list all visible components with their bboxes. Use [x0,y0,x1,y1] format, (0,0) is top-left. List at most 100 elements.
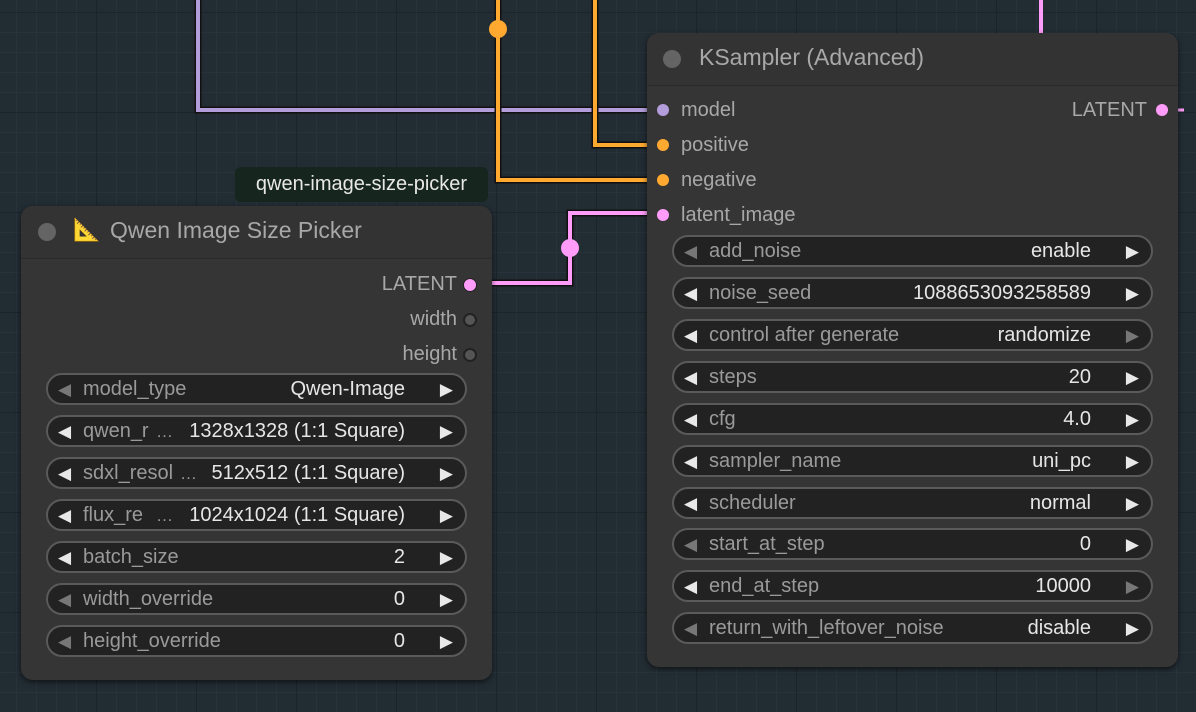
positive-input-dot[interactable] [657,139,669,151]
node-title-bar[interactable]: KSampler (Advanced) [647,33,1178,86]
decrement-arrow-icon[interactable]: ◀ [684,494,697,514]
widget-scheduler[interactable]: ◀ scheduler normal ▶ [672,487,1153,519]
widget-batch-size[interactable]: ◀ batch_size 2 ▶ [46,541,467,573]
height-output-dot[interactable] [463,348,477,362]
increment-arrow-icon[interactable]: ▶ [1126,619,1139,639]
widget-label: add_noise [709,240,802,262]
output-slot-height[interactable]: height [402,341,477,367]
widget-value: 0 [1079,533,1091,555]
decrement-arrow-icon[interactable]: ◀ [58,422,71,442]
node-title-bar[interactable]: 📐 Qwen Image Size Picker [21,206,492,259]
widget-label: qwen_r [83,420,149,442]
output-slot-latent[interactable]: LATENT [1072,97,1168,123]
widget-value: 20 [1068,366,1091,388]
widget-sdxl-resolution[interactable]: ◀ sdxl_resol … 512x512 (1:1 Square) ▶ [46,457,467,489]
width-output-dot[interactable] [463,313,477,327]
widget-flux-resolution[interactable]: ◀ flux_re … 1024x1024 (1:1 Square) ▶ [46,499,467,531]
input-slot-positive[interactable]: positive [657,132,749,158]
widget-value: Qwen-Image [290,378,406,400]
increment-arrow-icon[interactable]: ▶ [440,632,453,652]
widget-start-at-step[interactable]: ◀ start_at_step 0 ▶ [672,528,1153,560]
increment-arrow-icon[interactable]: ▶ [1126,452,1139,472]
latent-image-input-dot[interactable] [657,209,669,221]
widget-value: normal [1029,492,1091,514]
latent-output-dot[interactable] [1156,104,1168,116]
widget-end-at-step[interactable]: ◀ end_at_step 10000 ▶ [672,570,1153,602]
widget-model-type[interactable]: ◀ model_type Qwen-Image ▶ [46,373,467,405]
input-label: model [681,99,736,121]
widget-value: disable [1027,617,1091,639]
input-label: positive [681,134,749,156]
input-slot-model[interactable]: model [657,97,735,123]
output-label: height [402,343,458,365]
widget-steps[interactable]: ◀ steps 20 ▶ [672,361,1153,393]
decrement-arrow-icon[interactable]: ◀ [684,284,697,304]
decrement-arrow-icon[interactable]: ◀ [684,619,697,639]
widget-label: control after generate [709,324,900,346]
widget-value: randomize [997,324,1091,346]
increment-arrow-icon[interactable]: ▶ [1126,326,1139,346]
increment-arrow-icon[interactable]: ▶ [440,464,453,484]
widget-noise-seed[interactable]: ◀ noise_seed 1088653093258589 ▶ [672,277,1153,309]
ruler-emoji-icon: 📐 [73,217,101,242]
widget-value: 1088653093258589 [913,282,1091,304]
collapse-toggle[interactable] [663,50,681,68]
collapse-toggle[interactable] [38,223,56,241]
increment-arrow-icon[interactable]: ▶ [1126,494,1139,514]
decrement-arrow-icon[interactable]: ◀ [684,410,697,430]
increment-arrow-icon[interactable]: ▶ [1126,368,1139,388]
decrement-arrow-icon[interactable]: ◀ [684,577,697,597]
decrement-arrow-icon[interactable]: ◀ [684,326,697,346]
qwen-image-size-picker-node[interactable]: 📐 Qwen Image Size Picker LATENT width he… [21,206,492,680]
widget-qwen-resolution[interactable]: ◀ qwen_r … 1328x1328 (1:1 Square) ▶ [46,415,467,447]
negative-input-dot[interactable] [657,174,669,186]
widget-control-after-generate[interactable]: ◀ control after generate randomize ▶ [672,319,1153,351]
widget-label: height_override [83,630,221,652]
increment-arrow-icon[interactable]: ▶ [1126,284,1139,304]
output-slot-latent[interactable]: LATENT [382,271,477,297]
input-slot-latent-image[interactable]: latent_image [657,202,796,228]
widget-return-with-leftover-noise[interactable]: ◀ return_with_leftover_noise disable ▶ [672,612,1153,644]
increment-arrow-icon[interactable]: ▶ [1126,577,1139,597]
decrement-arrow-icon[interactable]: ◀ [58,380,71,400]
decrement-arrow-icon[interactable]: ◀ [684,368,697,388]
increment-arrow-icon[interactable]: ▶ [1126,535,1139,555]
widget-value: uni_pc [1032,450,1091,472]
widget-label: width_override [83,588,214,610]
widget-value: 1328x1328 (1:1 Square) [189,420,405,442]
decrement-arrow-icon[interactable]: ◀ [58,548,71,568]
latent-link-midpoint [561,239,579,257]
decrement-arrow-icon[interactable]: ◀ [58,506,71,526]
output-label: LATENT [381,273,457,295]
widget-sampler-name[interactable]: ◀ sampler_name uni_pc ▶ [672,445,1153,477]
decrement-arrow-icon[interactable]: ◀ [58,632,71,652]
decrement-arrow-icon[interactable]: ◀ [58,590,71,610]
model-input-dot[interactable] [657,104,669,116]
increment-arrow-icon[interactable]: ▶ [440,380,453,400]
increment-arrow-icon[interactable]: ▶ [440,422,453,442]
decrement-arrow-icon[interactable]: ◀ [684,535,697,555]
output-label: width [410,308,457,330]
widget-height-override[interactable]: ◀ height_override 0 ▶ [46,625,467,657]
increment-arrow-icon[interactable]: ▶ [440,590,453,610]
widget-label: return_with_leftover_noise [709,617,944,639]
widget-value: 10000 [1035,575,1091,597]
latent-output-dot[interactable] [463,278,477,292]
ksampler-advanced-node[interactable]: KSampler (Advanced) model positive negat… [647,33,1178,667]
increment-arrow-icon[interactable]: ▶ [1126,410,1139,430]
input-slot-negative[interactable]: negative [657,167,757,193]
widget-label: steps [709,366,757,388]
decrement-arrow-icon[interactable]: ◀ [684,242,697,262]
widget-width-override[interactable]: ◀ width_override 0 ▶ [46,583,467,615]
node-name-tooltip: qwen-image-size-picker [235,167,488,202]
increment-arrow-icon[interactable]: ▶ [440,548,453,568]
increment-arrow-icon[interactable]: ▶ [1126,242,1139,262]
widget-label: scheduler [709,492,796,514]
output-slot-width[interactable]: width [410,306,477,332]
decrement-arrow-icon[interactable]: ◀ [684,452,697,472]
truncation-ellipsis: … [156,506,173,525]
decrement-arrow-icon[interactable]: ◀ [58,464,71,484]
widget-add-noise[interactable]: ◀ add_noise enable ▶ [672,235,1153,267]
widget-cfg[interactable]: ◀ cfg 4.0 ▶ [672,403,1153,435]
increment-arrow-icon[interactable]: ▶ [440,506,453,526]
